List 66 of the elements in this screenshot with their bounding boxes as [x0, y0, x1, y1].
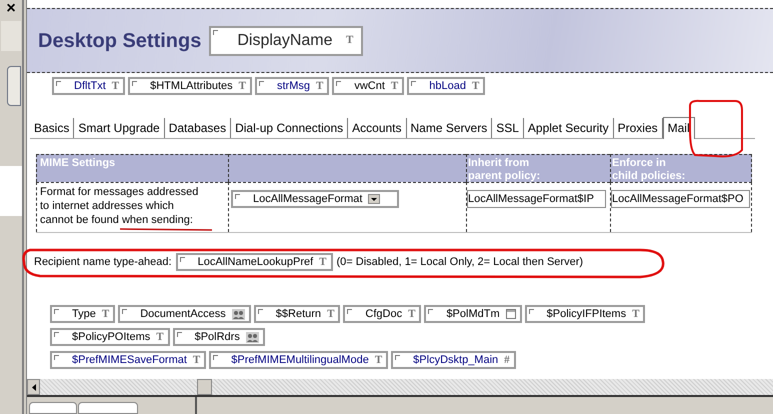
text-type-icon: T [327, 308, 334, 320]
column-header: Enforce in child policies: [610, 154, 752, 182]
form-field[interactable]: strMsg T [255, 77, 330, 95]
form-field[interactable]: $PrefMIMEMultilingualMode T [209, 351, 388, 369]
text-type-icon: T [238, 80, 246, 92]
form-field[interactable]: CfgDoc T [343, 305, 422, 323]
tab[interactable]: Name Servers [406, 118, 492, 138]
checkbox-field[interactable]: LocAllMessageFormat$PO [611, 190, 750, 208]
text-type-icon: T [408, 308, 416, 320]
left-arrow-icon [32, 384, 36, 390]
number-type-icon: # [504, 354, 510, 366]
form-field[interactable]: $PolicyIFPItems T [524, 305, 646, 323]
form-field[interactable]: DfltTxt T [52, 77, 126, 95]
text-type-icon: T [346, 35, 354, 46]
blank-area [0, 166, 22, 216]
form-field[interactable]: $PolMdTm [424, 305, 522, 323]
tab[interactable]: Smart Upgrade [74, 118, 165, 138]
text-type-icon: T [112, 80, 120, 92]
form-field[interactable]: $PlcyDsktp_Main # [391, 351, 516, 369]
close-button[interactable]: × [6, 1, 16, 17]
text-type-icon: T [472, 80, 480, 92]
scroll-left-button[interactable] [27, 379, 40, 395]
panel-tab[interactable] [7, 66, 21, 106]
column-header: Inherit from parent policy: [466, 154, 610, 182]
bottom-tab[interactable] [78, 402, 138, 414]
text-type-icon: T [390, 80, 398, 92]
text-type-icon: T [102, 308, 110, 320]
panel-header [1, 21, 21, 51]
dropdown-icon [368, 194, 380, 204]
form-field[interactable]: $$Return T [254, 305, 340, 323]
form-field[interactable]: $HTMLAttributes T [128, 77, 252, 95]
tab[interactable]: Accounts [348, 118, 407, 138]
form-field[interactable]: LocAllMessageFormat [231, 190, 399, 208]
tab[interactable]: Mail [662, 117, 695, 139]
text-type-icon: T [156, 332, 164, 342]
form-field[interactable]: hbLoad T [407, 77, 486, 95]
text-type-icon: T [319, 256, 327, 268]
text-type-icon: T [192, 354, 200, 366]
form-field[interactable]: DisplayName T [209, 26, 364, 56]
form-field[interactable]: DocumentAccess [118, 305, 251, 323]
form-title: Desktop Settings [38, 28, 202, 54]
scroll-thumb[interactable] [197, 379, 212, 395]
form-field[interactable]: $PrefMIMESaveFormat T [50, 351, 206, 369]
people-icon [246, 332, 259, 342]
setting-label: Format for messages addressed to internet addresses which cannot be found when sending: [40, 185, 200, 227]
form-field[interactable]: vwCnt T [332, 77, 404, 95]
tab[interactable]: Basics [30, 118, 74, 138]
tab[interactable]: Applet Security [524, 118, 614, 138]
text-type-icon: T [374, 354, 382, 366]
form-field[interactable]: $PolRdrs [172, 328, 265, 346]
form-field[interactable]: LocAllNameLookupPref T [176, 253, 333, 271]
text-type-icon: T [316, 80, 324, 92]
calendar-icon [506, 309, 516, 319]
tab[interactable]: SSL [492, 118, 524, 138]
hint-text: (0= Disabled, 1= Local Only, 2= Local then Server) [336, 254, 584, 270]
form-field[interactable]: $PolicyPOItems T [50, 328, 170, 346]
horizontal-scrollbar[interactable] [27, 379, 773, 397]
column-header: MIME Settings [36, 154, 228, 182]
field-label: Recipient name type-ahead: [34, 254, 172, 270]
tab[interactable]: Dial-up Connections [231, 118, 348, 138]
text-type-icon: T [632, 308, 640, 320]
checkbox-field[interactable]: LocAllMessageFormat$IP [467, 190, 606, 208]
form-field[interactable]: Type T [50, 305, 116, 323]
tab[interactable]: Databases [164, 118, 232, 138]
people-icon [232, 308, 245, 320]
bottom-tab[interactable] [29, 402, 77, 414]
